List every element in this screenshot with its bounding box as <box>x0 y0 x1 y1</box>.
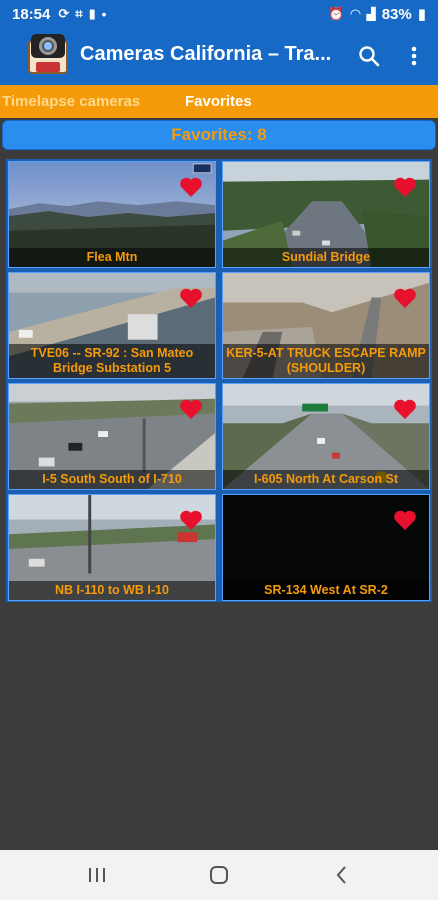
alarm-icon: ⏰ <box>328 6 345 21</box>
app-title: Cameras California – Tra... <box>80 43 332 65</box>
camera-tile-sundial-bridge[interactable]: Sundial Bridge <box>222 161 430 268</box>
camera-label: I-605 North At Carson St <box>223 470 429 489</box>
notification-icon: ▮ <box>88 6 96 21</box>
camera-tile-san-mateo-bridge[interactable]: TVE06 -- SR-92 : San Mateo Bridge Substa… <box>8 272 216 379</box>
camera-tile-nb-i110[interactable]: NB I-110 to WB I-10 <box>8 494 216 601</box>
wifi-icon: ◠ <box>350 6 361 21</box>
status-time: 18:54 <box>12 5 51 23</box>
favorite-heart-icon[interactable] <box>179 509 203 531</box>
favorites-header: Favorites: 8 <box>2 120 436 150</box>
camera-label: Sundial Bridge <box>223 248 429 267</box>
battery-percent: 83% <box>381 5 412 23</box>
camera-label: NB I-110 to WB I-10 <box>9 581 215 600</box>
camera-tile-sr134-west[interactable]: SR-134 West At SR-2 <box>222 494 430 601</box>
tab-bar: Timelapse cameras Favorites <box>0 85 438 118</box>
camera-tile-i605-north[interactable]: I-605 North At Carson St <box>222 383 430 490</box>
recents-icon[interactable] <box>84 862 110 888</box>
system-nav-bar <box>0 850 438 900</box>
camera-label: SR-134 West At SR-2 <box>223 581 429 600</box>
dot-icon: • <box>101 6 107 22</box>
app-bar: Cameras California – Tra... <box>0 28 438 85</box>
status-right: ⏰ ◠ ▟ 83% ▮ <box>328 5 426 24</box>
hash-icon: ⌗ <box>75 6 83 21</box>
status-icons: ⟳ ⌗ ▮ • <box>58 6 106 22</box>
camera-label: TVE06 -- SR-92 : San Mateo Bridge Substa… <box>9 344 215 378</box>
favorite-heart-icon[interactable] <box>179 398 203 420</box>
favorite-heart-icon[interactable] <box>393 509 417 531</box>
sync-icon: ⟳ <box>58 6 70 21</box>
camera-label: KER-5-AT TRUCK ESCAPE RAMP (SHOULDER) <box>223 344 429 378</box>
tab-favorites[interactable]: Favorites <box>185 93 252 110</box>
app-logo-icon <box>26 32 70 80</box>
favorite-heart-icon[interactable] <box>179 287 203 309</box>
search-icon[interactable] <box>357 44 381 68</box>
camera-tile-flea-mtn[interactable]: Flea Mtn <box>8 161 216 268</box>
favorite-heart-icon[interactable] <box>393 176 417 198</box>
camera-grid: Flea Mtn Sundial Bridge TVE06 -- SR-92:… <box>6 159 432 602</box>
back-icon[interactable] <box>329 862 355 888</box>
camera-tile-ker-5-truck-escape[interactable]: KER-5-AT TRUCK ESCAPE RAMP (SHOULDER) <box>222 272 430 379</box>
camera-label: Flea Mtn <box>9 248 215 267</box>
favorites-count: Favorites: 8 <box>171 125 267 144</box>
camera-tile-i5-south[interactable]: I-5 South South of I-710 <box>8 383 216 490</box>
favorite-heart-icon[interactable] <box>393 398 417 420</box>
more-vert-icon[interactable] <box>404 44 424 68</box>
signal-icon: ▟ <box>366 7 376 21</box>
home-icon[interactable] <box>206 862 232 888</box>
favorite-heart-icon[interactable] <box>179 176 203 198</box>
camera-label: I-5 South South of I-710 <box>9 470 215 489</box>
tab-timelapse-cameras[interactable]: Timelapse cameras <box>2 93 140 110</box>
battery-icon: ▮ <box>417 6 426 23</box>
favorite-heart-icon[interactable] <box>393 287 417 309</box>
status-bar: 18:54 ⟳ ⌗ ▮ • ⏰ ◠ ▟ 83% ▮ <box>0 0 438 28</box>
